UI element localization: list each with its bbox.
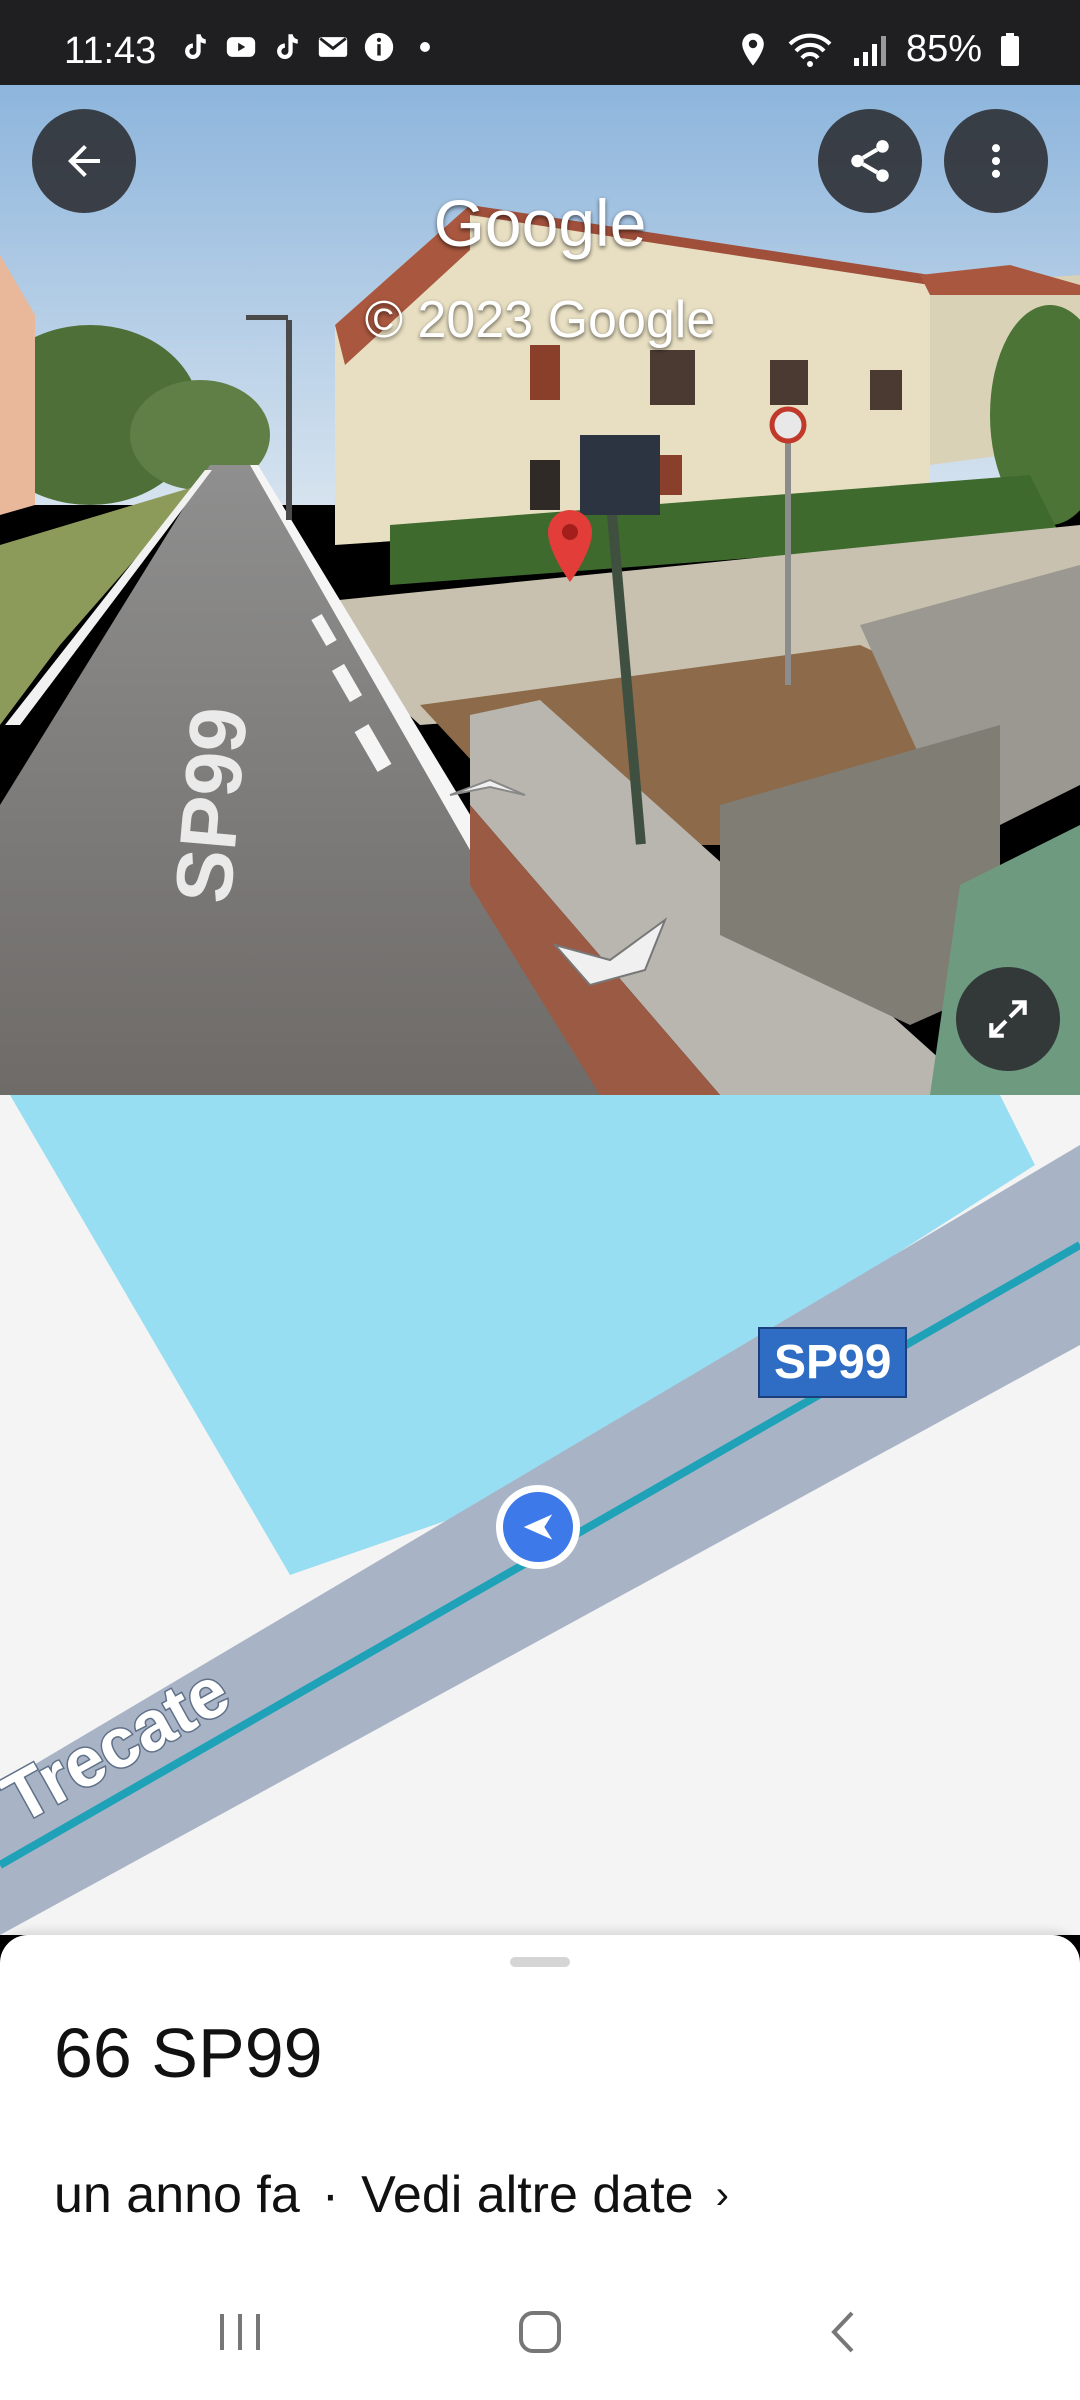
share-button[interactable] — [818, 109, 922, 213]
sheet-handle[interactable] — [510, 1957, 570, 1967]
see-more-dates-link[interactable]: Vedi altre date — [361, 2165, 693, 2225]
youtube-icon — [226, 37, 256, 57]
status-bar: 11:43 85% — [0, 0, 1080, 85]
date-row[interactable]: un anno fa · Vedi altre date › — [54, 2165, 729, 2225]
street-view-panorama[interactable]: SP99 Google © 2023 Google — [0, 85, 1080, 1095]
map-view[interactable]: Trecate SP99 — [0, 1095, 1080, 1935]
signal-icon — [853, 35, 886, 66]
chevron-right-icon: › — [715, 2172, 729, 2217]
battery-icon — [1001, 32, 1019, 66]
position-marker-dot — [503, 1492, 573, 1562]
capture-date: un anno fa — [54, 2166, 300, 2224]
back-nav-button[interactable] — [804, 2297, 884, 2367]
status-time: 11:43 — [64, 30, 157, 72]
battery-percent: 85% — [905, 28, 982, 70]
back-icon — [68, 145, 100, 177]
status-right: 85% — [738, 28, 1020, 71]
home-icon — [519, 2311, 561, 2353]
back-nav-icon — [831, 2311, 854, 2353]
share-icon — [851, 140, 889, 182]
dot-icon — [420, 42, 430, 52]
expand-button[interactable] — [956, 967, 1060, 1071]
info-icon — [364, 32, 394, 62]
street-view-title: Google — [433, 186, 647, 260]
separator: · — [321, 2166, 340, 2224]
home-button[interactable] — [500, 2297, 580, 2367]
recents-icon — [220, 2314, 260, 2350]
road-marking-text: SP99 — [158, 704, 264, 907]
location-icon — [742, 32, 764, 66]
position-marker[interactable] — [496, 1485, 580, 1569]
copyright-text: © 2023 Google — [364, 291, 716, 349]
tiktok-icon — [185, 34, 206, 60]
more-options-button[interactable] — [944, 109, 1048, 213]
bottom-sheet[interactable]: 66 SP99 un anno fa · Vedi altre date › — [0, 1935, 1080, 2265]
recents-button[interactable] — [200, 2297, 280, 2367]
mail-icon — [318, 37, 348, 57]
expand-icon — [989, 1000, 1027, 1038]
navigation-arrow-icon — [523, 1514, 553, 1540]
tiktok-icon — [277, 34, 298, 60]
address-title: 66 SP99 — [54, 2014, 323, 2092]
system-nav-bar — [0, 2265, 1080, 2400]
wifi-icon — [788, 33, 832, 67]
road-shield: SP99 — [758, 1327, 908, 1398]
notification-icons — [178, 30, 442, 64]
more-icon — [991, 144, 1001, 178]
